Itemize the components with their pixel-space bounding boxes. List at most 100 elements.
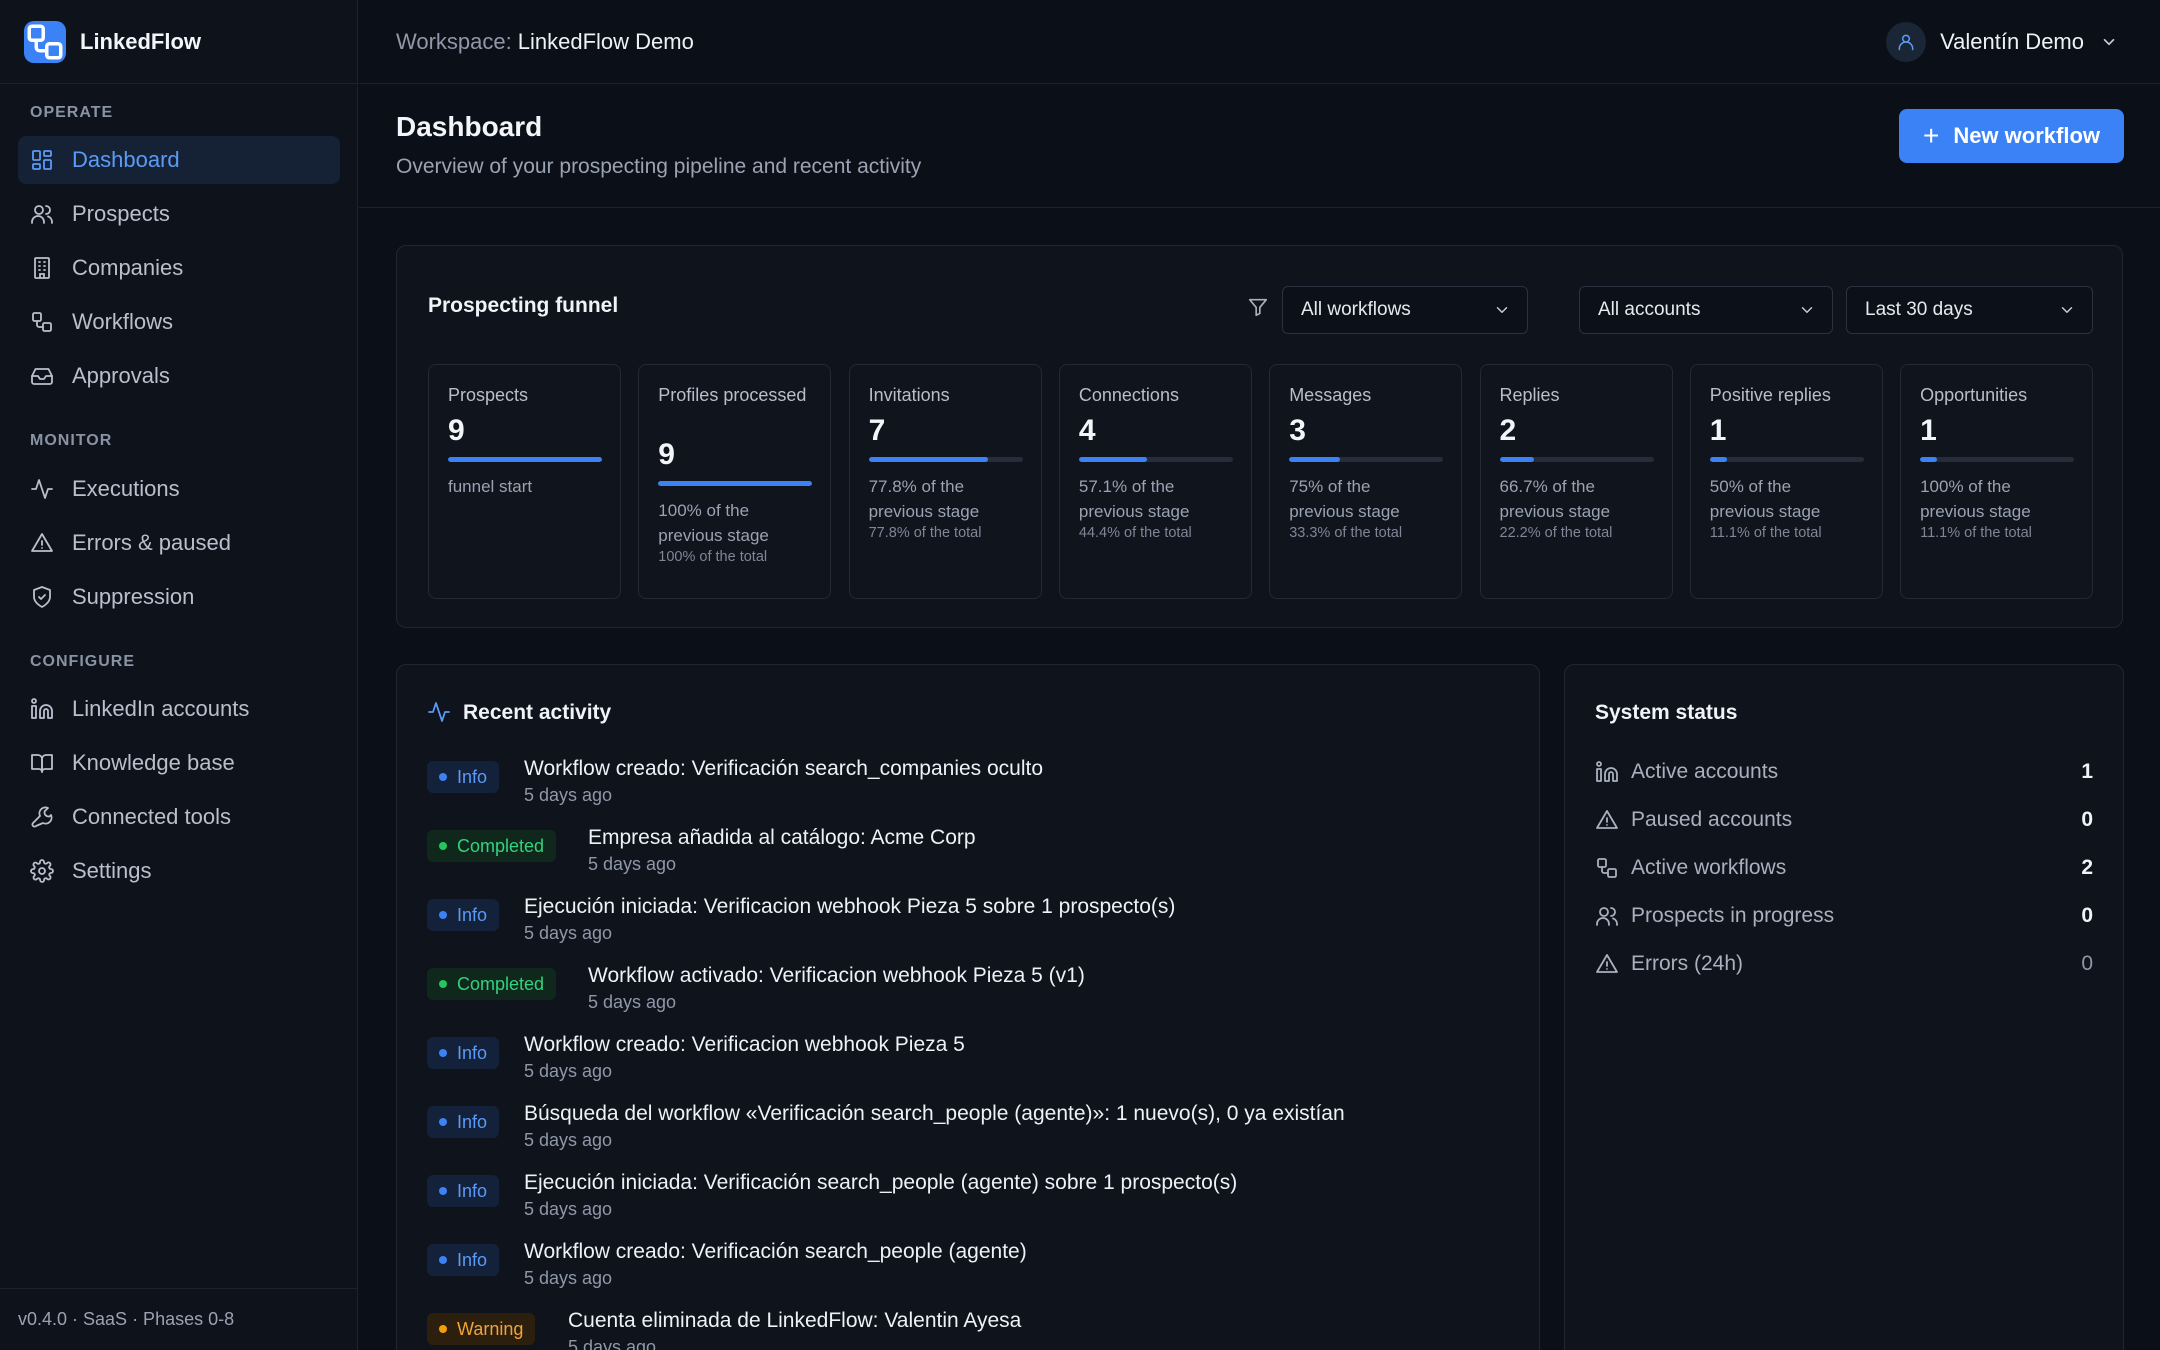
status-dot: [439, 980, 447, 988]
stage-label: Prospects: [448, 385, 529, 405]
chevron-down-icon: [2100, 33, 2118, 51]
badge-label: Info: [457, 1042, 488, 1063]
activity-text: Empresa añadida al catálogo: Acme Corp: [588, 826, 976, 849]
stage-progress-bar: [1499, 457, 1654, 462]
activity-text: Ejecución iniciada: Verificación search_…: [524, 1171, 1238, 1194]
status-row: Paused accounts 0: [1595, 805, 2093, 835]
status-label: Paused accounts: [1631, 808, 1793, 831]
chevron-down-icon: [1798, 301, 1816, 319]
sidebar: LinkedFlow OPERATE Dashboard Prospects C…: [0, 0, 358, 1350]
new-workflow-button[interactable]: + New workflow: [1898, 109, 2124, 163]
workflow-filter-select[interactable]: All workflows: [1282, 286, 1528, 334]
stage-progress-bar: [1289, 457, 1444, 462]
sidebar-item-knowledge-base[interactable]: Knowledge base: [18, 739, 340, 787]
status-row: Prospects in progress 0: [1595, 901, 2093, 931]
stage-progress-bar: [1920, 457, 2075, 462]
status-dot: [439, 1256, 447, 1264]
new-workflow-label: New workflow: [1953, 123, 2100, 148]
stage-value: 1: [1709, 414, 1727, 447]
stage-value: 7: [868, 414, 886, 447]
user-icon: [1886, 22, 1927, 62]
sidebar-item-executions[interactable]: Executions: [18, 465, 340, 513]
stage-total: 11.1% of the total: [1920, 525, 2032, 541]
activity-time: 5 days ago: [524, 785, 613, 805]
status-badge: Warning: [427, 1313, 536, 1345]
activity-time: 5 days ago: [524, 1268, 613, 1288]
stage-progress-fill: [1920, 457, 1938, 462]
funnel-stage: Profiles processed 9 100% of the previous …: [638, 364, 832, 599]
badge-label: Info: [457, 766, 488, 787]
stage-label: Messages: [1289, 385, 1372, 405]
sidebar-item-approvals[interactable]: Approvals: [18, 352, 340, 400]
gear-icon: [30, 859, 54, 883]
chevron-down-icon: [2058, 301, 2076, 319]
stage-value: 9: [448, 414, 465, 447]
linkedin-icon: [30, 697, 54, 721]
stage-progress-fill: [1499, 457, 1534, 462]
status-value: 0: [2081, 808, 2093, 831]
building-icon: [30, 256, 54, 280]
brand[interactable]: LinkedFlow: [0, 0, 357, 84]
activity-icon: [427, 700, 451, 724]
sidebar-item-workflows[interactable]: Workflows: [18, 298, 340, 346]
activity-time: 5 days ago: [568, 1337, 657, 1350]
stage-label: Positive replies: [1709, 385, 1831, 405]
badge-label: Info: [457, 1249, 488, 1270]
badge-label: Completed: [457, 835, 545, 856]
account-filter-select[interactable]: All accounts: [1579, 286, 1833, 334]
activity-text: Búsqueda del workflow «Verificación sear…: [524, 1102, 1345, 1125]
badge-label: Warning: [457, 1318, 524, 1339]
activity-time: 5 days ago: [524, 1199, 613, 1219]
stage-note: 100% of the previous stage: [658, 501, 769, 545]
users-icon: [1595, 904, 1619, 928]
sidebar-item-label: Suppression: [72, 584, 195, 609]
plus-icon: +: [1922, 120, 1940, 151]
stage-note: 75% of the previous stage: [1289, 477, 1400, 521]
activity-text: Workflow creado: Verificación search_peo…: [524, 1240, 1027, 1263]
workspace-name[interactable]: LinkedFlow Demo: [518, 29, 694, 55]
sidebar-item-dashboard[interactable]: Dashboard: [18, 136, 340, 184]
period-filter-select[interactable]: Last 30 days: [1846, 286, 2093, 334]
stage-note: 66.7% of the previous stage: [1499, 477, 1611, 521]
status-badge: Info: [427, 1244, 500, 1276]
sidebar-item-companies[interactable]: Companies: [18, 244, 340, 292]
stage-label: Invitations: [868, 385, 950, 405]
sidebar-item-suppression[interactable]: Suppression: [18, 573, 340, 621]
stage-total: 44.4% of the total: [1078, 525, 1192, 541]
sidebar-item-settings[interactable]: Settings: [18, 847, 340, 895]
stage-progress-fill: [1709, 457, 1727, 462]
stage-total: 100% of the total: [658, 549, 768, 565]
sidebar-item-prospects[interactable]: Prospects: [18, 190, 340, 238]
activity-time: 5 days ago: [524, 1061, 613, 1081]
status-badge: Completed: [427, 968, 557, 1000]
user-name: Valentín Demo: [1940, 29, 2084, 54]
stage-progress-bar: [1709, 457, 1864, 462]
activity-time: 5 days ago: [524, 1130, 613, 1150]
status-dot: [439, 1325, 447, 1333]
nav-section-monitor: MONITOR: [30, 432, 113, 449]
status-badge: Info: [427, 1175, 500, 1207]
version-footer: v0.4.0 · SaaS · Phases 0-8: [0, 1288, 358, 1350]
status-row: Errors (24h) 0: [1595, 949, 2093, 979]
funnel-stage: Replies 2 66.7% of the previous stage 22.2%…: [1479, 364, 1673, 599]
sidebar-item-linkedin-accounts[interactable]: LinkedIn accounts: [18, 685, 340, 733]
user-menu[interactable]: Valentín Demo: [1886, 20, 2118, 64]
stage-progress-fill: [868, 457, 989, 462]
stage-value: 2: [1499, 414, 1517, 447]
account-filter-value: All accounts: [1598, 299, 1701, 320]
recent-activity-card: Recent activity Info Workflow creado: Ver…: [396, 664, 1540, 1350]
status-dot: [439, 1049, 447, 1057]
sidebar-item-errors-paused[interactable]: Errors & paused: [18, 519, 340, 567]
status-label: Active accounts: [1631, 760, 1779, 783]
activity-time: 5 days ago: [588, 992, 677, 1012]
sidebar-item-label: Executions: [72, 476, 180, 501]
activity-icon: [30, 477, 54, 501]
badge-label: Info: [457, 1180, 488, 1201]
badge-label: Completed: [457, 973, 545, 994]
workspace-label: Workspace:: [396, 28, 512, 54]
workflow-icon: [30, 310, 54, 334]
chevron-down-icon: [1493, 301, 1511, 319]
system-status-card: System status Active accounts 1 Paused acc…: [1564, 664, 2124, 1350]
sidebar-item-connected-tools[interactable]: Connected tools: [18, 793, 340, 841]
app-name: LinkedFlow: [80, 28, 201, 54]
